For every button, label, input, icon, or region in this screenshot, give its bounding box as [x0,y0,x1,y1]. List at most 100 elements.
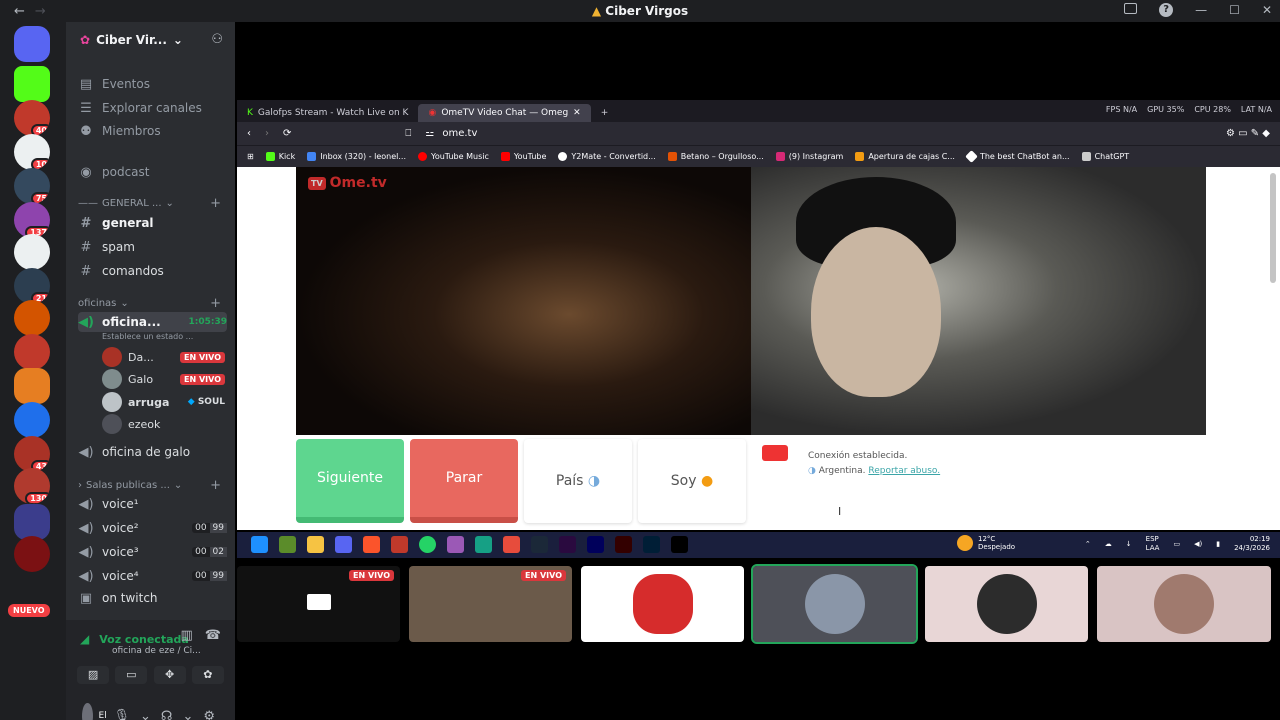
gender-button[interactable]: Soy ● [638,439,746,523]
next-button[interactable]: Siguiente [296,439,404,523]
channel-voice2[interactable]: ◀) voice² 00 99 [78,518,227,538]
stream-tile[interactable]: EN VIVO [237,566,400,642]
channel-comandos[interactable]: # comandos [78,261,227,281]
server-icon[interactable]: 10 [14,134,50,170]
url-field[interactable]: ⚍ ome.tv [425,128,477,139]
stop-button[interactable]: Parar [410,439,518,523]
bookmark-icon[interactable]: ⎕ [405,128,411,139]
bookmark-item[interactable]: Inbox (320) - leonel... [307,152,406,161]
forward-icon[interactable]: › [265,128,269,139]
bookmark-item[interactable]: Y2Mate - Convertid... [558,152,656,161]
country-button[interactable]: País ◑ [524,439,632,523]
channel-voice4[interactable]: ◀) voice⁴ 00 99 [78,566,227,586]
server-icon[interactable] [14,402,50,438]
reload-icon[interactable]: ⟳ [283,128,291,139]
server-icon[interactable] [14,334,50,370]
server-icon[interactable] [14,300,50,336]
server-icon[interactable]: 43 [14,436,50,472]
soundboard-icon[interactable]: ✿ [191,666,224,684]
participant-tile-speaking[interactable] [751,564,918,644]
kick-server-icon[interactable] [14,66,50,102]
activities-icon[interactable]: ✥ [153,666,186,684]
channel-spam[interactable]: # spam [78,237,227,257]
discord-home-icon[interactable] [14,26,50,62]
voice-user[interactable]: Da... EN VIVO [102,347,225,367]
server-icon[interactable]: 75 [14,168,50,204]
add-channel-icon[interactable]: + [210,196,221,211]
camera-off-icon[interactable]: ▨ [77,666,110,684]
add-person-icon[interactable]: ⚇ [211,32,223,47]
stream-tile[interactable]: EN VIVO [409,566,572,642]
settings-gear-icon[interactable]: ⚙ [203,709,215,720]
close-icon[interactable]: ✕ [1262,3,1272,17]
illustrator-icon [615,536,632,553]
voice-location[interactable]: oficina de eze / Ci... [112,646,201,656]
back-icon[interactable]: ‹ [247,128,251,139]
user-limit-badge: 00 02 [192,547,227,557]
channel-general[interactable]: # general [78,213,227,233]
nav-browse-channels[interactable]: ☰ Explorar canales [78,98,227,118]
new-tab-button[interactable]: + [591,104,619,122]
channel-twitch[interactable]: ▣ on twitch [78,588,227,608]
help-icon[interactable]: ? [1159,3,1174,17]
bookmark-item[interactable]: Kick [265,152,295,161]
noise-suppression-icon[interactable]: ▥ [181,628,193,643]
shared-screen-browser[interactable]: K Galofps Stream - Watch Live on K ◉ OmeTV… [237,100,1280,530]
server-icon[interactable]: 137 [14,202,50,238]
voice-user-name: ezeok [128,417,161,431]
chevron-down-icon[interactable]: ⌄ [182,709,193,720]
server-icon-selected[interactable] [14,368,50,404]
folder-icon[interactable] [14,504,50,540]
headphones-icon[interactable]: ☊ [161,709,173,720]
participant-tile[interactable] [581,566,744,642]
tab-ometv[interactable]: ◉ OmeTV Video Chat — Omeg ✕ [418,104,591,122]
disconnect-icon[interactable]: ☎ [205,628,221,643]
participant-tile[interactable] [1097,566,1271,642]
user-name: El [98,711,107,720]
participant-tile[interactable] [925,566,1088,642]
server-icon[interactable]: 40 [14,100,50,136]
screenshare-icon[interactable]: ▭ [115,666,148,684]
maximize-icon[interactable]: ☐ [1229,3,1240,17]
chevron-down-icon[interactable]: ⌄ [140,709,151,720]
category-salas[interactable]: › Salas publicas ... ⌄ + [78,478,221,493]
nav-members[interactable]: ⚉ Miembros [78,121,227,141]
server-icon[interactable] [14,536,50,572]
bookmark-item[interactable]: Betano – Orgulloso... [667,152,764,161]
bookmark-item[interactable]: YouTube Music [418,152,489,161]
bookmark-item[interactable]: The best ChatBot an... [965,150,1070,163]
category-general[interactable]: —— GENERAL ... ⌄ + [78,196,221,211]
nav-events[interactable]: ▤ Eventos [78,74,227,94]
channel-voice1[interactable]: ◀) voice¹ [78,494,227,514]
server-icon[interactable]: 21 [14,268,50,304]
voice-user[interactable]: Galo EN VIVO [102,369,225,389]
channel-oficina-galo[interactable]: ◀) oficina de galo [78,442,227,462]
cpu-stat: CPU 28% [1194,105,1231,114]
bookmark-item[interactable]: ChatGPT [1081,152,1129,161]
server-icon[interactable]: 130 [14,468,50,504]
channel-podcast[interactable]: ◉ podcast [78,162,227,182]
add-channel-icon[interactable]: + [210,478,221,493]
channel-voice3[interactable]: ◀) voice³ 00 02 [78,542,227,562]
extensions-icon[interactable]: ⚙ ▭ ✎ ◆ [1226,128,1270,139]
microphone-icon[interactable]: 🎙︎ [113,709,130,720]
voice-user[interactable]: arruga ◆ SOUL [102,392,225,412]
add-channel-icon[interactable]: + [210,296,221,311]
voice-user[interactable]: ezeok [102,414,225,434]
page-scrollbar[interactable] [1270,173,1276,283]
tab-galofps[interactable]: K Galofps Stream - Watch Live on K [237,104,418,122]
tab-close-icon[interactable]: ✕ [573,108,581,118]
inbox-icon[interactable] [1124,3,1138,14]
apps-icon[interactable]: ⊞ [247,152,254,161]
server-icon[interactable] [14,234,50,270]
bookmark-item[interactable]: Apertura de cajas C... [855,152,955,161]
minimize-icon[interactable]: — [1195,3,1207,17]
server-header[interactable]: ✿ Ciber Vir... ⌄ ⚇ [66,22,235,58]
avatar[interactable] [82,703,93,720]
category-oficinas[interactable]: oficinas ⌄ + [78,296,221,311]
report-abuse-link[interactable]: Reportar abuso. [868,466,940,476]
bookmark-item[interactable]: YouTube [500,152,546,161]
bookmark-item[interactable]: (9) Instagram [775,152,843,161]
channel-oficina-active[interactable]: ◀) oficina... 1:05:39 [78,312,227,332]
app-icon [447,536,464,553]
